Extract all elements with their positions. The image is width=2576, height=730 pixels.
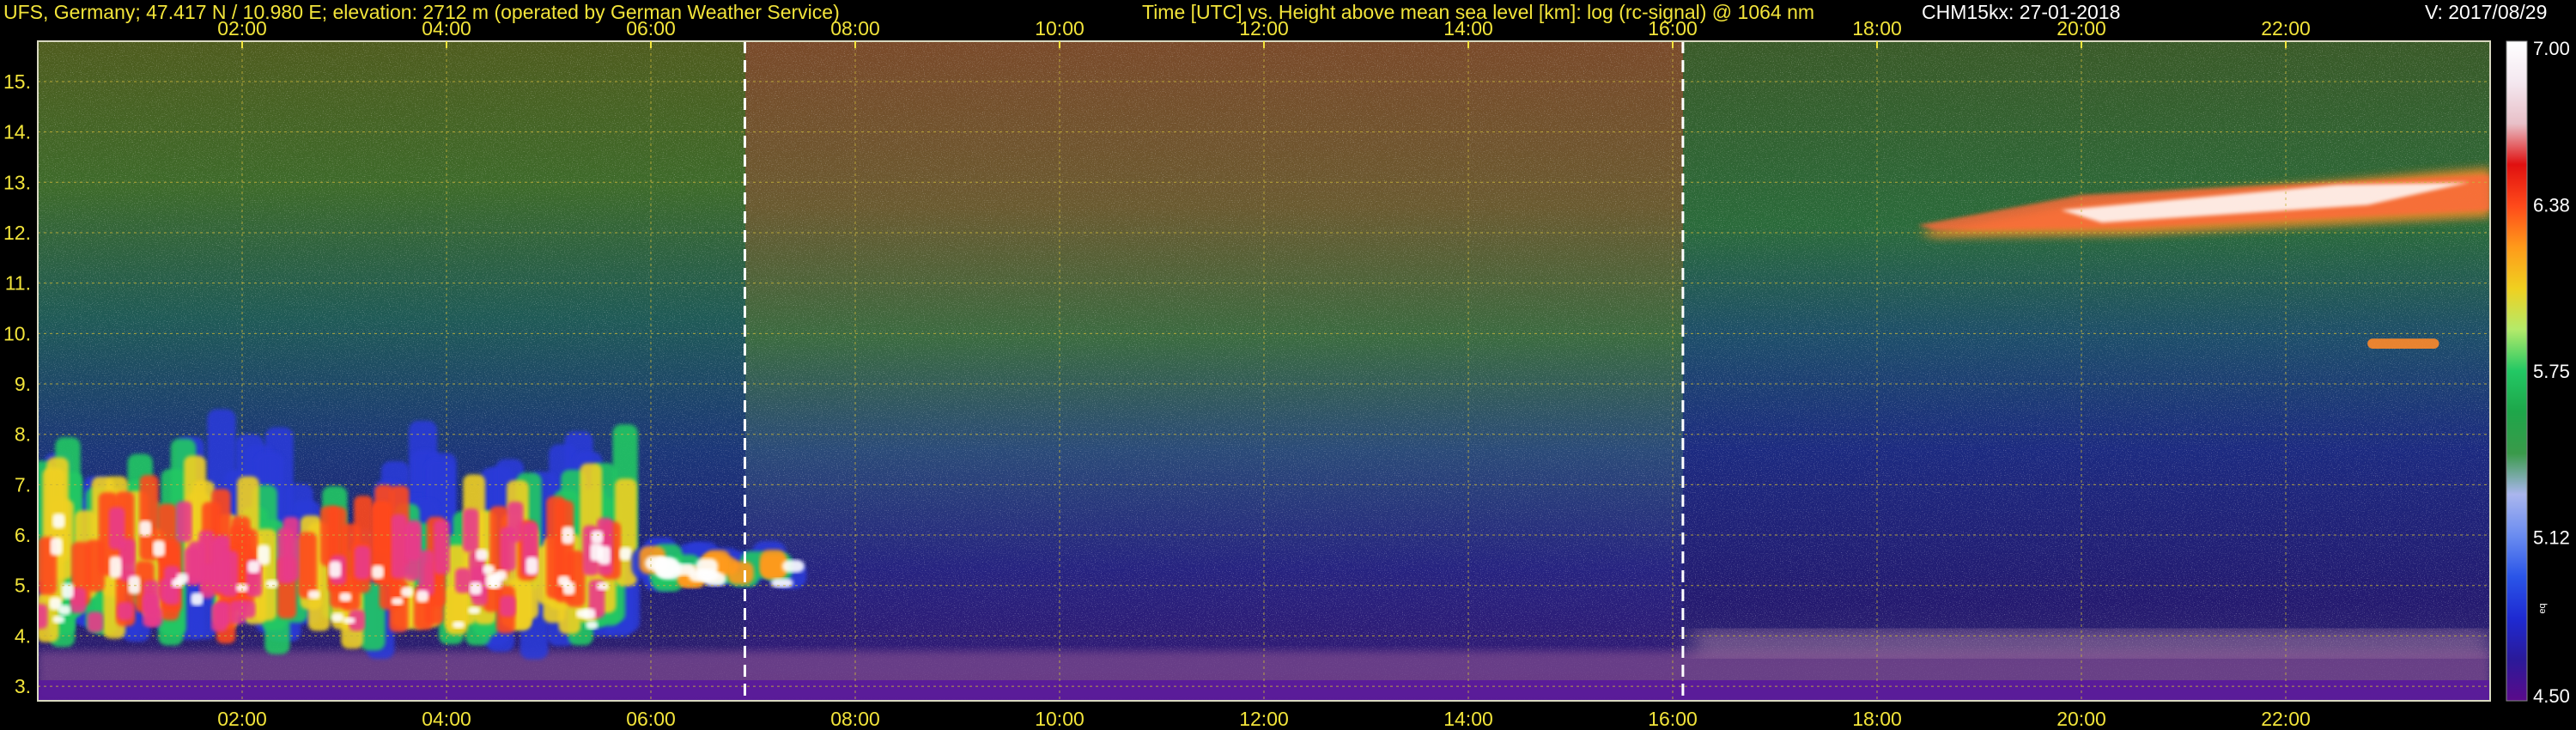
y-tick-label: 14. [3,121,31,143]
x-tick-label-bottom: 08:00 [830,708,880,730]
ceilometer-figure: UFS, Germany; 47.417 N / 10.980 E; eleva… [0,0,2576,730]
y-tick-label: 4. [15,624,31,647]
y-tick-label: 7. [15,473,31,496]
x-tick-label-top: 12:00 [1239,17,1289,40]
colorbar-tick-label: 5.75 [2533,361,2570,382]
y-tick-label: 13. [3,171,31,193]
x-tick-label-top: 16:00 [1648,17,1698,40]
cloud-small-cirrus-patch [2367,338,2439,349]
backscatter-heatmap: 02:00 02:00 04:00 04:00 06:00 06:00 08:00 08:00… [3,17,2570,730]
x-tick-label-bottom: 06:00 [626,708,676,730]
colorbar-small-label: eq [2537,603,2548,613]
x-tick-label-bottom: 22:00 [2261,708,2311,730]
x-tick-label-top: 10:00 [1035,17,1084,40]
x-tick-label-top: 22:00 [2261,17,2311,40]
colorbar-tick-label: 6.38 [2533,194,2570,216]
y-tick-label: 3. [15,675,31,697]
x-tick-label-top: 18:00 [1852,17,1902,40]
evening-haze [1692,630,2490,656]
x-tick-label-bottom: 16:00 [1648,708,1698,730]
plot-area [38,41,2490,701]
colorbar: 7.00 6.38 5.75 5.12 4.50 eq [2506,38,2570,707]
x-tick-label-bottom: 02:00 [217,708,267,730]
y-tick-label: 6. [15,524,31,546]
colorbar-tick-label: 7.00 [2533,38,2570,59]
y-tick-label: 9. [15,373,31,395]
y-tick-label: 5. [15,575,31,597]
y-tick-label: 15. [3,70,31,93]
x-tick-label-bottom: 04:00 [422,708,471,730]
x-tick-label-top: 06:00 [626,17,676,40]
colorbar-tick-label: 4.50 [2533,685,2570,707]
x-tick-label-bottom: 20:00 [2057,708,2106,730]
x-tick-label-bottom: 12:00 [1239,708,1289,730]
x-tick-label-top: 14:00 [1443,17,1493,40]
y-tick-label: 12. [3,222,31,244]
y-tick-label: 10. [3,322,31,344]
y-tick-label: 8. [15,423,31,446]
x-tick-label-top: 04:00 [422,17,471,40]
y-tick-label: 11. [5,272,31,295]
x-tick-label-bottom: 18:00 [1852,708,1902,730]
colorbar-gradient [2506,40,2528,702]
x-tick-label-top: 20:00 [2057,17,2106,40]
x-tick-label-top: 08:00 [830,17,880,40]
x-tick-label-bottom: 10:00 [1035,708,1084,730]
x-tick-label-top: 02:00 [217,17,267,40]
x-tick-label-bottom: 14:00 [1443,708,1493,730]
colorbar-tick-label: 5.12 [2533,527,2570,549]
